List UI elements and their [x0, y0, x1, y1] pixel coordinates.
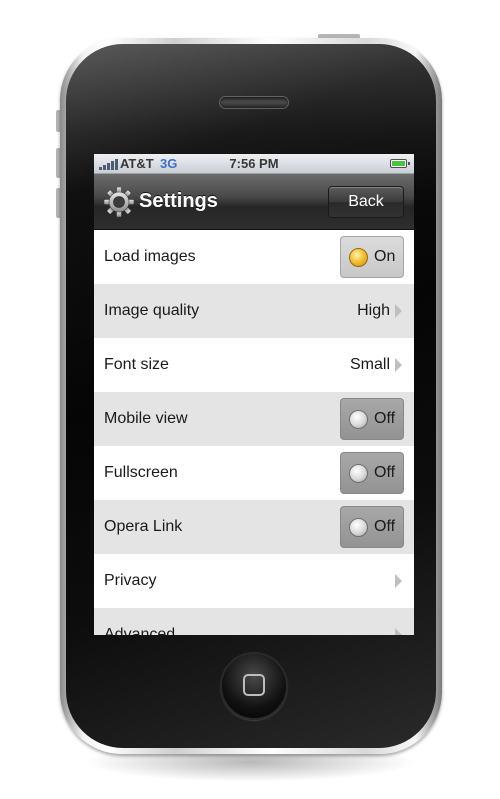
toggle-indicator-icon [349, 518, 368, 537]
setting-label: Mobile view [104, 410, 188, 427]
setting-row-advanced[interactable]: Advanced [94, 608, 414, 635]
setting-label: Image quality [104, 302, 200, 319]
chevron-right-icon [395, 628, 402, 635]
toggle-value: Off [374, 518, 396, 535]
battery-icon [390, 159, 410, 168]
nav-bar: Settings Back [94, 174, 414, 230]
page-title: Settings [139, 190, 218, 212]
chevron-right-icon [395, 574, 402, 588]
setting-row-opera-link: Opera Link Off [94, 500, 414, 554]
setting-label: Advanced [104, 626, 176, 635]
setting-row-fullscreen: Fullscreen Off [94, 446, 414, 500]
toggle-value: Off [374, 410, 396, 427]
setting-row-image-quality[interactable]: Image quality High [94, 284, 414, 338]
toggle-value: Off [374, 464, 396, 481]
load-images-toggle[interactable]: On [340, 236, 404, 278]
mobile-view-toggle[interactable]: Off [340, 398, 404, 440]
setting-value: Small [349, 356, 390, 373]
setting-label: Privacy [104, 572, 157, 589]
home-icon [243, 674, 265, 696]
toggle-indicator-icon [349, 464, 368, 483]
setting-row-privacy[interactable]: Privacy [94, 554, 414, 608]
battery-level [392, 161, 405, 166]
setting-label: Load images [104, 248, 196, 265]
setting-value: High [357, 302, 390, 319]
stage: AT&T 3G 7:56 PM Settings Back Load image… [0, 0, 500, 799]
chevron-right-icon [395, 304, 402, 318]
phone-screen: AT&T 3G 7:56 PM Settings Back Load image… [94, 154, 414, 635]
setting-label: Font size [104, 356, 169, 373]
setting-row-font-size[interactable]: Font size Small [94, 338, 414, 392]
settings-list: Load images On Image quality High Font s… [94, 230, 414, 635]
back-button[interactable]: Back [328, 186, 404, 218]
opera-link-toggle[interactable]: Off [340, 506, 404, 548]
fullscreen-toggle[interactable]: Off [340, 452, 404, 494]
status-time: 7:56 PM [229, 156, 279, 171]
toggle-indicator-icon [349, 410, 368, 429]
setting-label: Fullscreen [104, 464, 178, 481]
gear-icon [103, 186, 135, 218]
toggle-indicator-icon [349, 248, 368, 267]
toggle-value: On [374, 248, 396, 265]
status-bar: AT&T 3G 7:56 PM [94, 154, 414, 174]
setting-row-load-images: Load images On [94, 230, 414, 284]
setting-label: Opera Link [104, 518, 183, 535]
setting-row-mobile-view: Mobile view Off [94, 392, 414, 446]
chevron-right-icon [395, 358, 402, 372]
earpiece-speaker [219, 96, 289, 109]
